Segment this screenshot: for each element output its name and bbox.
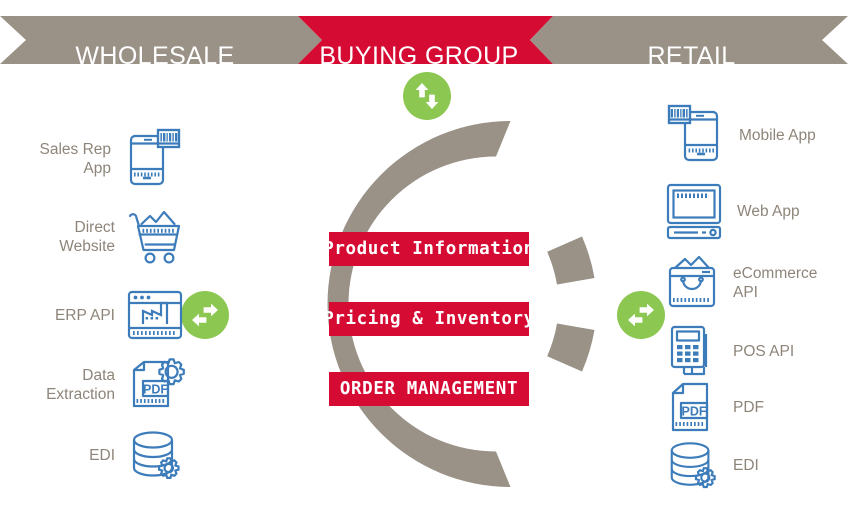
channel-label: PDF [733,398,764,416]
channel-edi[interactable]: EDI [10,426,186,484]
channel-pos-api[interactable]: POS API [662,324,848,378]
database-gear-icon [132,431,180,479]
channel-web-app[interactable]: Web App [662,180,848,242]
infographic-canvas: WHOLESALE BUYING GROUP RETAIL Product In… [0,0,848,508]
desktop-computer-icon [666,183,722,240]
browser-factory-icon [127,290,183,340]
capability-label: Product Information [323,239,535,259]
channel-erp-api[interactable]: ERP API [10,286,186,344]
channel-label: Web App [737,202,800,220]
pdf-gear-icon: PDF [132,358,185,408]
capability-pricing-inventory[interactable]: Pricing & Inventory [323,302,534,336]
ring-arc-segment-upper [547,236,595,285]
capability-order-management[interactable]: ORDER MANAGEMENT [329,372,529,406]
channel-label: EDI [89,446,115,464]
phone-barcode-icon [667,104,719,162]
channel-edi-retail[interactable]: EDI [662,438,848,492]
sync-badge-right[interactable] [617,291,665,339]
channel-label: Data Extraction [46,367,115,403]
channel-label: Mobile App [739,126,816,144]
card-terminal-icon [670,325,708,376]
shopping-bag-icon [668,255,716,308]
channel-label: POS API [733,342,795,360]
pdf-document-icon: PDF [671,382,709,432]
database-gear-icon [670,442,716,489]
channel-direct-website[interactable]: Direct Website [10,208,186,266]
channel-sales-rep-app[interactable]: Sales Rep App [10,126,186,192]
sync-horizontal-icon [628,303,654,327]
shopping-cart-icon [128,210,181,264]
channel-label: ERP API [54,306,115,324]
capability-label: Pricing & Inventory [323,309,535,329]
capability-product-information[interactable]: Product Information [323,232,534,266]
channel-label: eCommerce API [733,265,818,301]
banner-label-wholesale: WHOLESALE [75,42,235,70]
channel-data-extraction[interactable]: Data Extraction PDF [10,354,186,416]
phone-barcode-icon [129,128,181,186]
channel-pdf[interactable]: PDF PDF [662,380,848,434]
channel-mobile-app[interactable]: Mobile App [662,102,848,168]
channel-ecommerce-api[interactable]: eCommerce API [662,252,848,314]
capability-label: ORDER MANAGEMENT [339,379,519,399]
banner: WHOLESALE BUYING GROUP RETAIL [0,16,848,70]
ring-arc-segment-lower [547,323,595,372]
pdf-text: PDF [143,382,168,396]
sync-horizontal-icon [192,303,218,327]
sync-badge-left[interactable] [181,291,229,339]
sync-vertical-icon [415,83,439,109]
channel-label: Sales Rep App [39,141,111,177]
banner-label-retail: RETAIL [647,42,736,70]
channel-label: Direct Website [59,219,115,255]
channel-label: EDI [733,456,759,474]
pdf-text: PDF [682,404,707,418]
sync-badge-top[interactable] [403,72,451,120]
